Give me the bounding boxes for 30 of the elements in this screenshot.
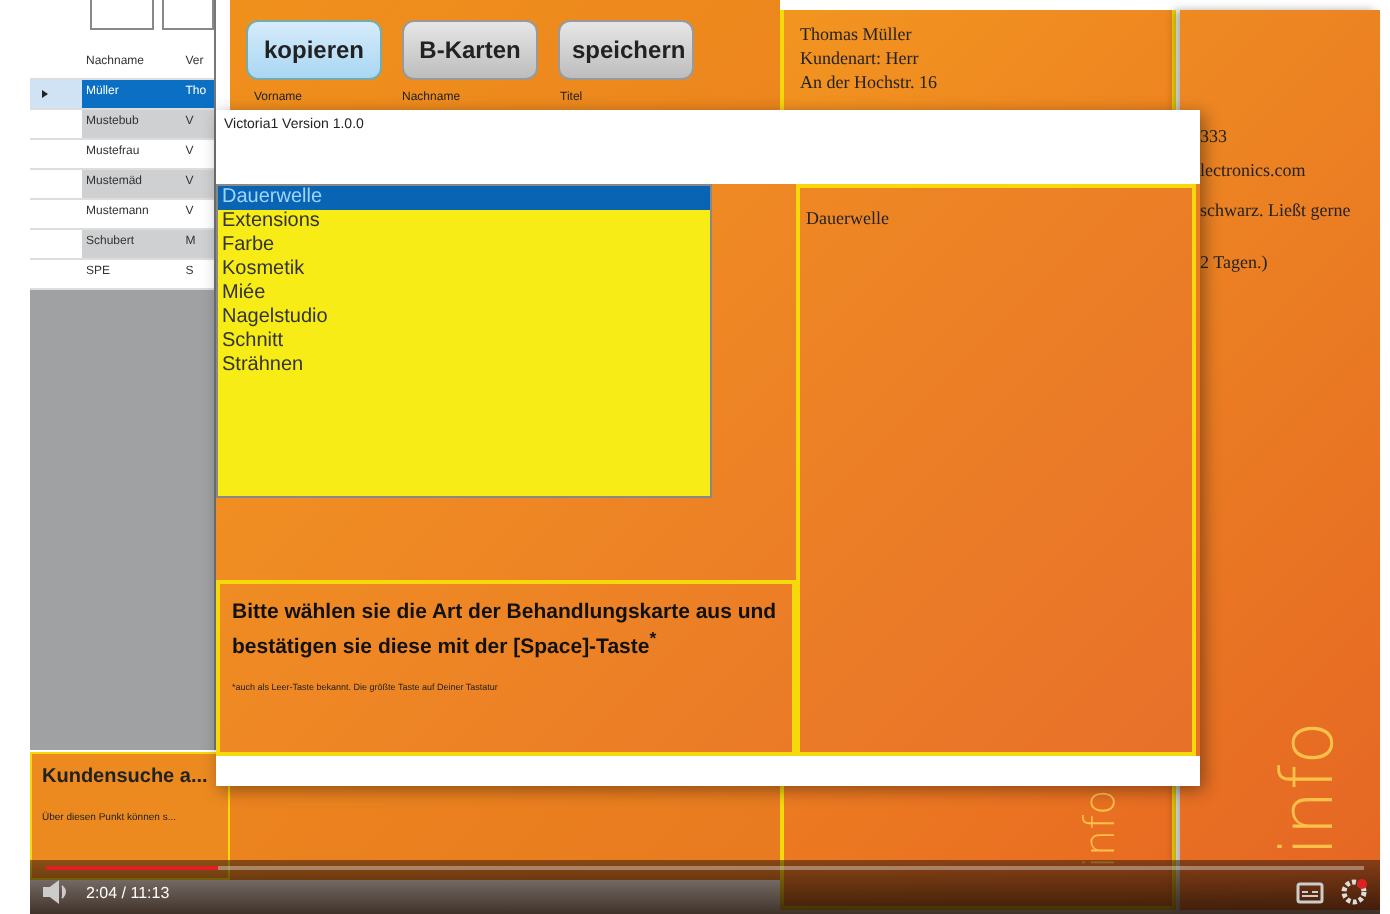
- time-text: 2:04 / 11:13: [86, 883, 170, 901]
- list-item[interactable]: Miée: [218, 282, 710, 306]
- detail-text: lectronics.com: [1200, 160, 1308, 184]
- list-item[interactable]: Strähnen: [218, 354, 710, 378]
- row-pointer-icon: [42, 90, 48, 98]
- detail-text: 2 Tagen.): [1200, 252, 1270, 276]
- card-text: Thomas Müller: [800, 22, 914, 46]
- list-item[interactable]: Nagelstudio: [218, 306, 710, 330]
- preview-text: Dauerwelle: [806, 208, 891, 228]
- side-label: info: [1076, 789, 1126, 868]
- list-item[interactable]: Farbe: [218, 234, 710, 258]
- list-item[interactable]: Extensions: [218, 210, 710, 234]
- volume-icon[interactable]: [42, 880, 70, 904]
- card-text: An der Hochstr. 16: [800, 70, 939, 94]
- list-item[interactable]: Schnitt: [218, 330, 710, 354]
- list-item[interactable]: Kosmetik: [218, 258, 710, 282]
- side-label: info: [1270, 720, 1350, 856]
- instruction-text: Bitte wählen sie die Art der Behandlungskarte aus und bestätigen sie diese mit der [Space]-Taste$^{*}$: [232, 600, 779, 661]
- toolbar-button[interactable]: speichern: [558, 20, 694, 80]
- filter-field[interactable]: [90, 0, 154, 30]
- detail-text: 333: [1200, 126, 1229, 150]
- toolbar-button[interactable]: B-Karten: [402, 20, 538, 80]
- filter-field[interactable]: [162, 0, 214, 30]
- card-text: Kundenart: Herr: [800, 46, 921, 70]
- panel-title: Kundensuche a...: [42, 766, 210, 788]
- detail-text: schwarz. Ließt gerne: [1200, 200, 1353, 224]
- toolbar-button[interactable]: kopieren: [246, 20, 382, 80]
- list-item[interactable]: Dauerwelle: [218, 186, 710, 210]
- captions-icon[interactable]: [1296, 881, 1324, 903]
- settings-icon[interactable]: [1340, 878, 1368, 906]
